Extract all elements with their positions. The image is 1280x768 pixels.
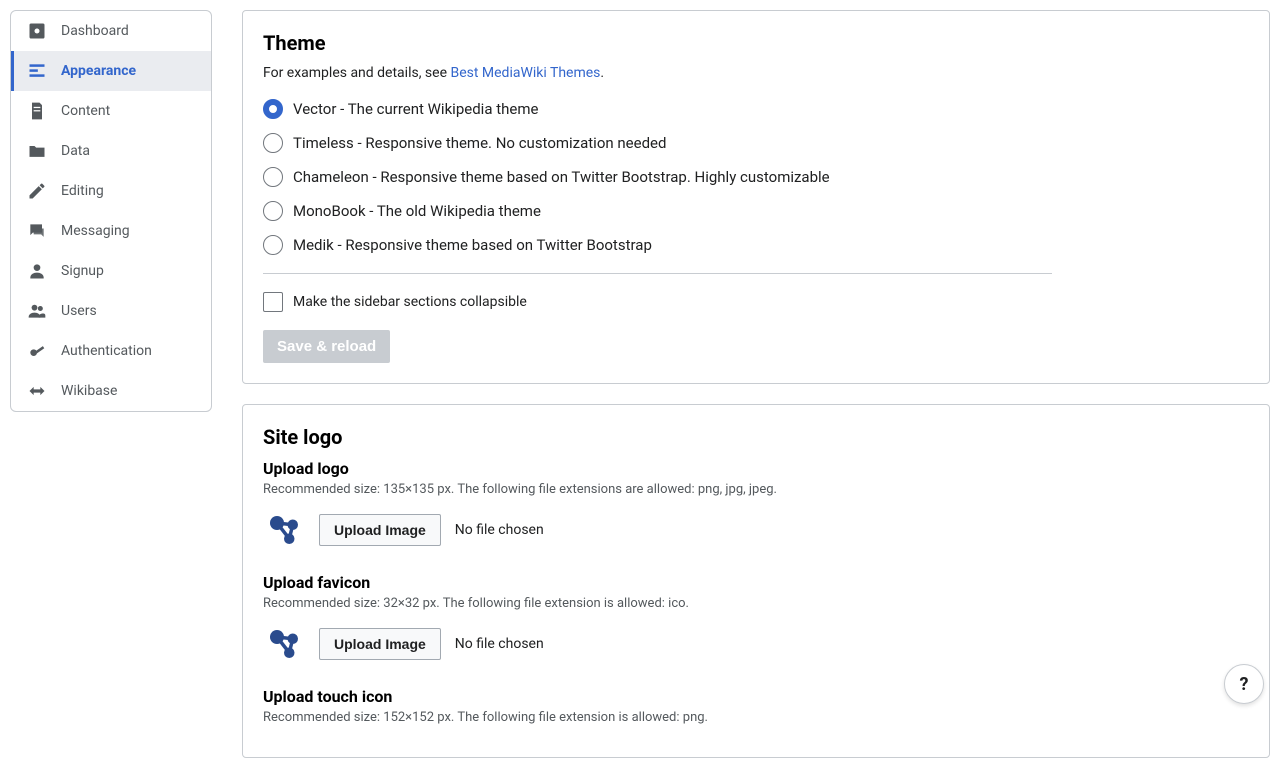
sidebar-item-appearance[interactable]: Appearance xyxy=(11,51,211,91)
sidebar-item-label: Messaging xyxy=(61,223,130,239)
sidebar-item-label: Dashboard xyxy=(61,23,129,39)
sidebar-item-label: Signup xyxy=(61,263,104,279)
site-logo-card: Site logo Upload logo Recommended size: … xyxy=(242,404,1270,758)
help-button[interactable]: ? xyxy=(1224,664,1264,704)
collapsible-sidebar-checkbox[interactable]: Make the sidebar sections collapsible xyxy=(263,292,1249,312)
theme-option-monobook[interactable]: MonoBook - The old Wikipedia theme xyxy=(263,201,1249,221)
question-mark-icon: ? xyxy=(1240,674,1249,695)
radio-icon xyxy=(263,235,283,255)
chat-icon xyxy=(27,221,47,241)
upload-touch-icon-title: Upload touch icon xyxy=(263,687,1249,706)
upload-logo-title: Upload logo xyxy=(263,459,1249,478)
upload-favicon-hint: Recommended size: 32×32 px. The followin… xyxy=(263,596,1249,611)
theme-hint: For examples and details, see Best Media… xyxy=(263,65,1249,81)
folder-icon xyxy=(27,141,47,161)
theme-option-vector[interactable]: Vector - The current Wikipedia theme xyxy=(263,99,1249,119)
sidebar-item-label: Users xyxy=(61,303,97,319)
key-icon xyxy=(27,341,47,361)
checkbox-icon xyxy=(263,292,283,312)
checkbox-label: Make the sidebar sections collapsible xyxy=(293,294,527,310)
theme-option-chameleon[interactable]: Chameleon - Responsive theme based on Tw… xyxy=(263,167,1249,187)
sidebar-item-label: Wikibase xyxy=(61,383,117,399)
upload-favicon-status: No file chosen xyxy=(455,636,544,652)
radio-label: MonoBook - The old Wikipedia theme xyxy=(293,202,541,220)
sidebar-item-authentication[interactable]: Authentication xyxy=(11,331,211,371)
users-icon xyxy=(27,301,47,321)
upload-logo-status: No file chosen xyxy=(455,522,544,538)
edit-icon xyxy=(27,181,47,201)
upload-touch-icon-hint: Recommended size: 152×152 px. The follow… xyxy=(263,710,1249,725)
logo-preview-icon xyxy=(263,623,305,665)
sidebar-item-wikibase[interactable]: Wikibase xyxy=(11,371,211,411)
upload-logo-section: Upload logo Recommended size: 135×135 px… xyxy=(263,459,1249,551)
radio-label: Vector - The current Wikipedia theme xyxy=(293,100,538,118)
sidebar-item-data[interactable]: Data xyxy=(11,131,211,171)
sidebar-item-label: Editing xyxy=(61,183,104,199)
user-icon xyxy=(27,261,47,281)
wikibase-icon xyxy=(27,381,47,401)
upload-touch-icon-section: Upload touch icon Recommended size: 152×… xyxy=(263,687,1249,725)
radio-icon xyxy=(263,167,283,187)
theme-heading: Theme xyxy=(263,31,1249,55)
theme-option-timeless[interactable]: Timeless - Responsive theme. No customiz… xyxy=(263,133,1249,153)
page-icon xyxy=(27,101,47,121)
upload-logo-button[interactable]: Upload Image xyxy=(319,514,441,546)
sidebar-item-messaging[interactable]: Messaging xyxy=(11,211,211,251)
sidebar: Dashboard Appearance Content Data Editin xyxy=(10,10,212,412)
upload-favicon-section: Upload favicon Recommended size: 32×32 p… xyxy=(263,573,1249,665)
sidebar-item-label: Content xyxy=(61,103,110,119)
sidebar-item-signup[interactable]: Signup xyxy=(11,251,211,291)
sidebar-item-label: Authentication xyxy=(61,343,152,359)
radio-icon xyxy=(263,201,283,221)
theme-hint-link[interactable]: Best MediaWiki Themes xyxy=(450,65,600,81)
site-logo-heading: Site logo xyxy=(263,425,1249,449)
sidebar-item-content[interactable]: Content xyxy=(11,91,211,131)
gear-box-icon xyxy=(27,21,47,41)
upload-favicon-title: Upload favicon xyxy=(263,573,1249,592)
save-reload-button[interactable]: Save & reload xyxy=(263,330,390,363)
divider xyxy=(263,273,1052,274)
main-content: Theme For examples and details, see Best… xyxy=(242,10,1270,758)
layout-icon xyxy=(27,61,47,81)
radio-label: Chameleon - Responsive theme based on Tw… xyxy=(293,168,830,186)
upload-logo-hint: Recommended size: 135×135 px. The follow… xyxy=(263,482,1249,497)
sidebar-item-dashboard[interactable]: Dashboard xyxy=(11,11,211,51)
sidebar-item-editing[interactable]: Editing xyxy=(11,171,211,211)
sidebar-item-users[interactable]: Users xyxy=(11,291,211,331)
sidebar-item-label: Appearance xyxy=(61,63,136,79)
theme-option-medik[interactable]: Medik - Responsive theme based on Twitte… xyxy=(263,235,1249,255)
radio-label: Timeless - Responsive theme. No customiz… xyxy=(293,134,666,152)
radio-icon xyxy=(263,99,283,119)
radio-label: Medik - Responsive theme based on Twitte… xyxy=(293,236,652,254)
theme-radio-list: Vector - The current Wikipedia theme Tim… xyxy=(263,99,1249,255)
sidebar-item-label: Data xyxy=(61,143,90,159)
logo-preview-icon xyxy=(263,509,305,551)
theme-card: Theme For examples and details, see Best… xyxy=(242,10,1270,384)
radio-icon xyxy=(263,133,283,153)
upload-favicon-button[interactable]: Upload Image xyxy=(319,628,441,660)
